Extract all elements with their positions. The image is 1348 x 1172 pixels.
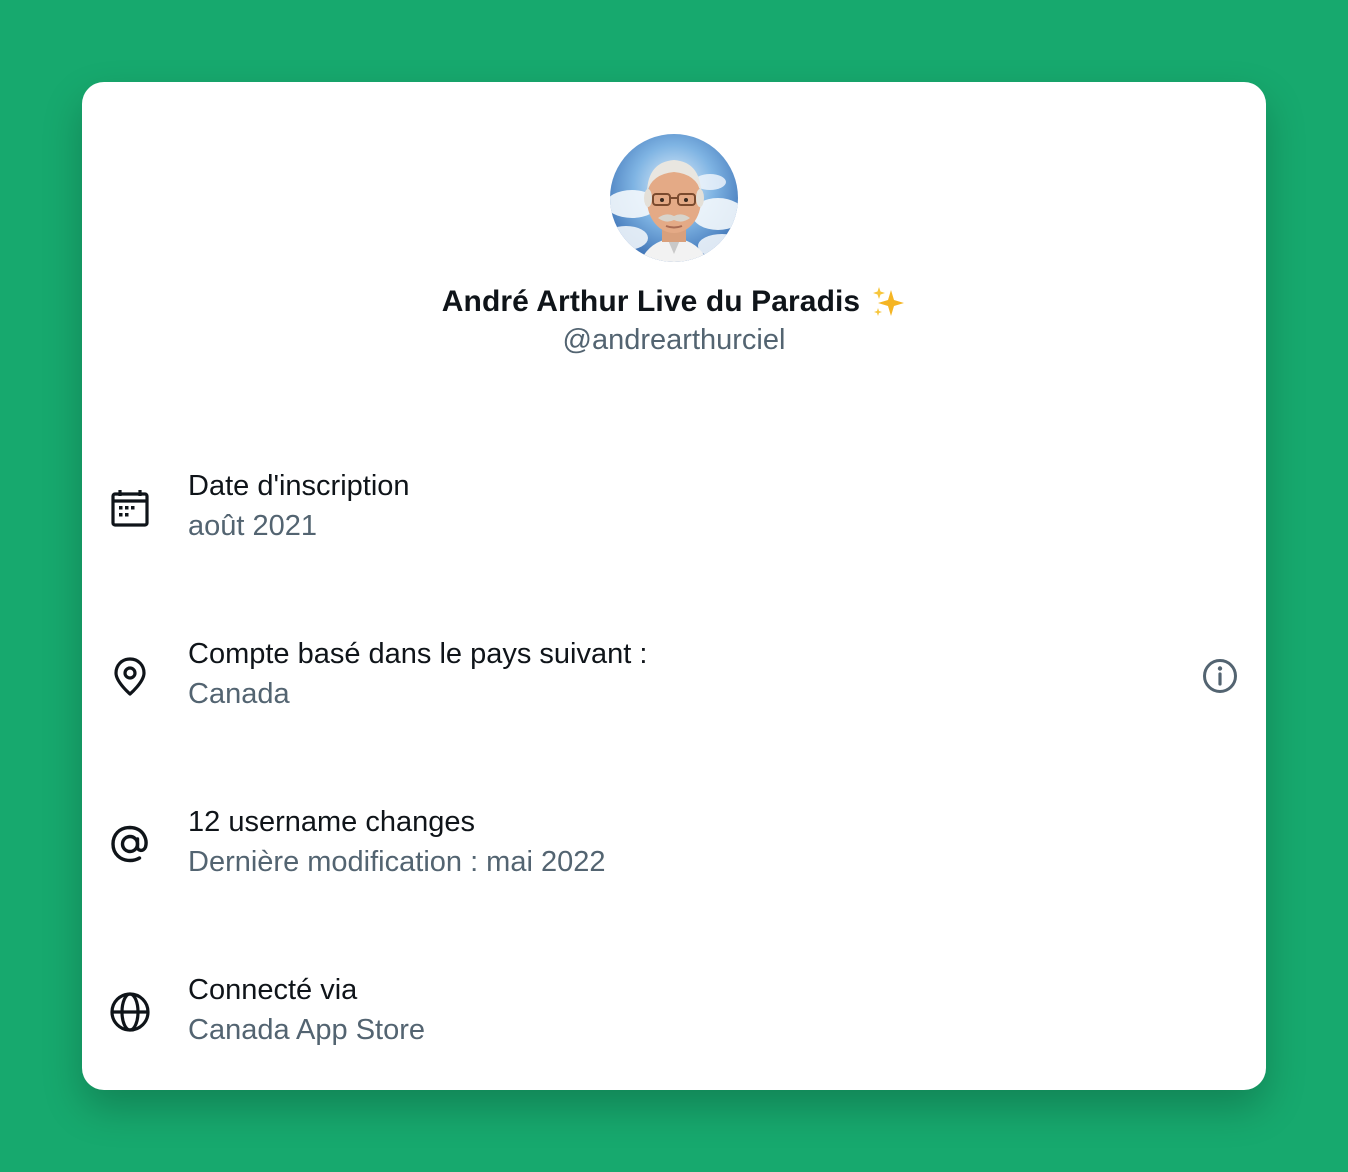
join-date-value: août 2021	[188, 510, 318, 542]
username-changes-label: 12 username changes	[188, 806, 475, 838]
account-info-card: André Arthur Live du Paradis @andrearthu…	[82, 82, 1266, 1090]
username-handle[interactable]: @andrearthurciel	[82, 324, 1266, 357]
country-value: Canada	[188, 678, 290, 710]
connected-via-label: Connecté via	[188, 974, 358, 1006]
display-name: André Arthur Live du Paradis	[441, 285, 861, 318]
calendar-icon	[108, 486, 152, 530]
avatar[interactable]	[610, 134, 738, 262]
sparkles-icon	[870, 284, 906, 320]
info-icon[interactable]	[1200, 656, 1240, 696]
globe-icon	[108, 990, 152, 1034]
country-row: Compte basé dans le pays suivant : Canad…	[82, 634, 1266, 718]
join-date-row: Date d'inscription août 2021	[82, 466, 1266, 550]
username-changes-row: 12 username changes Dernière modificatio…	[82, 802, 1266, 886]
at-sign-icon	[108, 822, 152, 866]
location-pin-icon	[108, 654, 152, 698]
join-date-label: Date d'inscription	[188, 470, 410, 502]
name-row: André Arthur Live du Paradis	[82, 282, 1266, 322]
country-label: Compte basé dans le pays suivant :	[188, 638, 648, 670]
username-changes-value: Dernière modification : mai 2022	[188, 846, 606, 878]
profile-header: André Arthur Live du Paradis @andrearthu…	[82, 134, 1266, 357]
connected-via-value: Canada App Store	[188, 1014, 426, 1046]
connected-via-row: Connecté via Canada App Store	[82, 970, 1266, 1054]
